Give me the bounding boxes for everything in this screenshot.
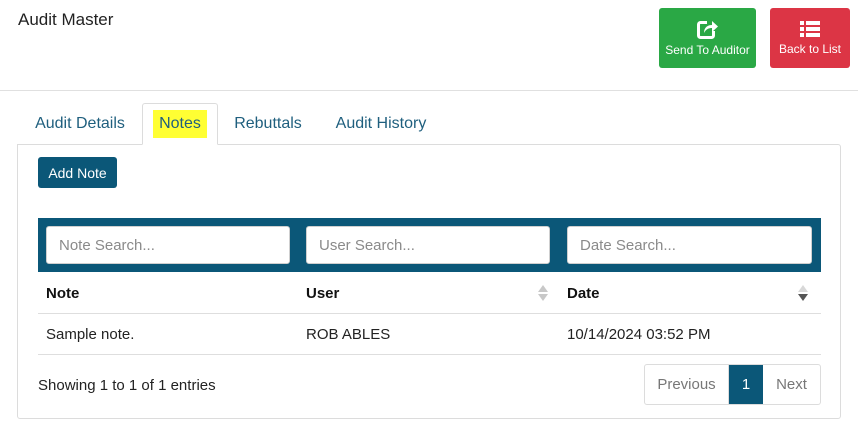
cell-date: 10/14/2024 03:52 PM <box>567 325 711 343</box>
column-header-date[interactable]: Date <box>567 272 600 314</box>
tab-label: Audit History <box>335 115 427 132</box>
user-search-input[interactable] <box>306 226 550 264</box>
list-icon <box>800 21 820 37</box>
sort-descending-icon[interactable] <box>798 285 808 301</box>
tab-label: Notes <box>153 110 207 138</box>
table-header: Note User Date <box>38 272 821 314</box>
tab-label: Audit Details <box>35 115 125 132</box>
column-header-user[interactable]: User <box>306 272 339 314</box>
send-to-auditor-button[interactable]: Send To Auditor <box>659 8 756 68</box>
note-search-input[interactable] <box>46 226 290 264</box>
table-row[interactable]: Sample note. ROB ABLES 10/14/2024 03:52 … <box>38 314 821 355</box>
cell-user: ROB ABLES <box>306 325 391 343</box>
cell-note: Sample note. <box>46 325 135 343</box>
page-1-button[interactable]: 1 <box>729 365 763 404</box>
back-to-list-label: Back to List <box>778 42 842 56</box>
column-search-bar <box>38 218 821 272</box>
next-page-button[interactable]: Next <box>763 365 820 404</box>
table-info: Showing 1 to 1 of 1 entries <box>38 377 216 394</box>
tab-rebuttals[interactable]: Rebuttals <box>218 103 318 145</box>
page-title: Audit Master <box>18 10 114 29</box>
header-divider <box>0 90 858 91</box>
notes-panel: Add Note Note User Date Sample note. ROB… <box>17 144 841 419</box>
back-to-list-button[interactable]: Back to List <box>770 8 850 68</box>
tab-label: Rebuttals <box>234 115 302 132</box>
column-header-note[interactable]: Note <box>46 272 79 314</box>
date-search-input[interactable] <box>567 226 812 264</box>
tab-audit-history[interactable]: Audit History <box>318 103 444 145</box>
add-note-button[interactable]: Add Note <box>38 157 117 188</box>
tab-notes[interactable]: Notes <box>142 103 218 145</box>
share-icon <box>696 19 719 39</box>
previous-page-button[interactable]: Previous <box>645 365 729 404</box>
pagination: Previous 1 Next <box>644 364 821 405</box>
send-to-auditor-label: Send To Auditor <box>665 43 750 57</box>
tab-audit-details[interactable]: Audit Details <box>18 103 142 145</box>
sort-icon[interactable] <box>538 285 548 301</box>
